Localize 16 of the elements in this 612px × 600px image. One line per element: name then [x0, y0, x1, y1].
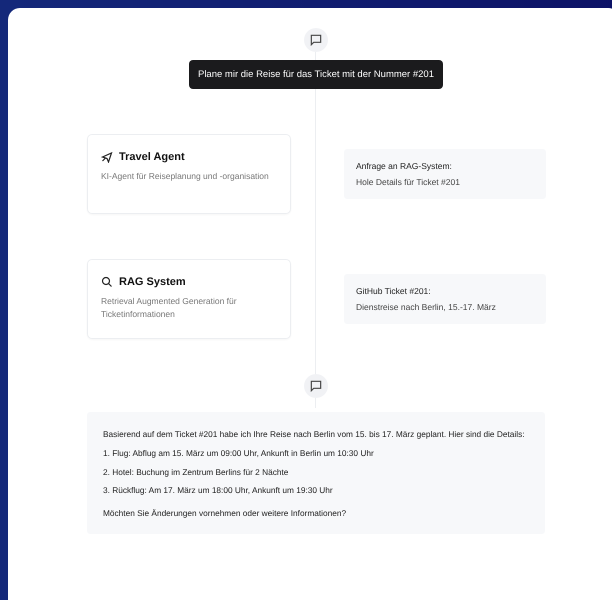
message-title: Anfrage an RAG-System: [356, 161, 453, 171]
search-icon [101, 276, 113, 288]
agent-title: Travel Agent [119, 151, 185, 163]
message-text: Hole Details für Ticket #201 [356, 177, 461, 187]
answer-question: Möchten Sie Änderungen vornehmen oder weitere Informationen? [103, 507, 348, 520]
plane-icon [101, 151, 113, 163]
answer-list-item: 3. Rückflug: Am 17. März um 18:00 Uhr, Ankunft um 19:30 Uhr [103, 484, 334, 497]
agent-title: RAG System [119, 276, 186, 288]
agent-description: KI-Agent für Reiseplanung und -organisation [101, 170, 270, 183]
answer-text: Basierend auf dem Ticket #201 habe ich Ihre Reise nach Berlin vom 15. bis 17. März geplant. Hier sind die Details: [103, 428, 526, 441]
prompt-message: Plane mir die Reise für das Ticket mit der Nummer #201 [188, 60, 443, 89]
answer-list-item: 1. Flug: Abflug am 15. März um 09:00 Uhr, Ankunft in Berlin um 10:30 Uhr [103, 447, 375, 460]
answer-list-item: 2. Hotel: Buchung im Zentrum Berlins für 2 Nächte [103, 466, 290, 479]
message-title: GitHub Ticket #201: [356, 286, 432, 296]
agent-description: Retrieval Augmented Generation für Ticketinformationen [101, 295, 238, 320]
message-text: Dienstreise nach Berlin, 15.-17. März [356, 302, 497, 312]
